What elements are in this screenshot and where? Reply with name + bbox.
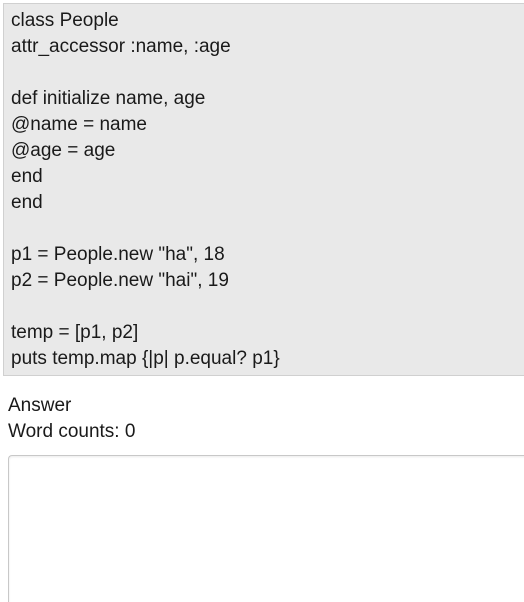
code-line: puts temp.map {|p| p.equal? p1} xyxy=(11,348,280,369)
code-snippet: class People attr_accessor :name, :age d… xyxy=(3,3,524,376)
word-counts: Word counts: 0 xyxy=(8,419,135,445)
answer-label: Answer xyxy=(8,395,72,416)
code-line: p1 = People.new "ha", 18 xyxy=(11,244,225,265)
answer-textarea[interactable] xyxy=(8,455,524,602)
word-counts-label: Word counts: xyxy=(8,421,120,442)
code-line: end xyxy=(11,192,43,213)
code-line: def initialize name, age xyxy=(11,88,206,109)
word-count-value: 0 xyxy=(124,421,136,442)
code-line: end xyxy=(11,166,43,187)
code-line: temp = [p1, p2] xyxy=(11,322,139,343)
question-page: class People attr_accessor :name, :age d… xyxy=(0,0,524,602)
code-line: class People xyxy=(11,10,119,31)
code-line: @name = name xyxy=(11,114,147,135)
code-line: p2 = People.new "hai", 19 xyxy=(11,270,229,291)
code-line: attr_accessor :name, :age xyxy=(11,36,231,57)
code-line: @age = age xyxy=(11,140,116,161)
